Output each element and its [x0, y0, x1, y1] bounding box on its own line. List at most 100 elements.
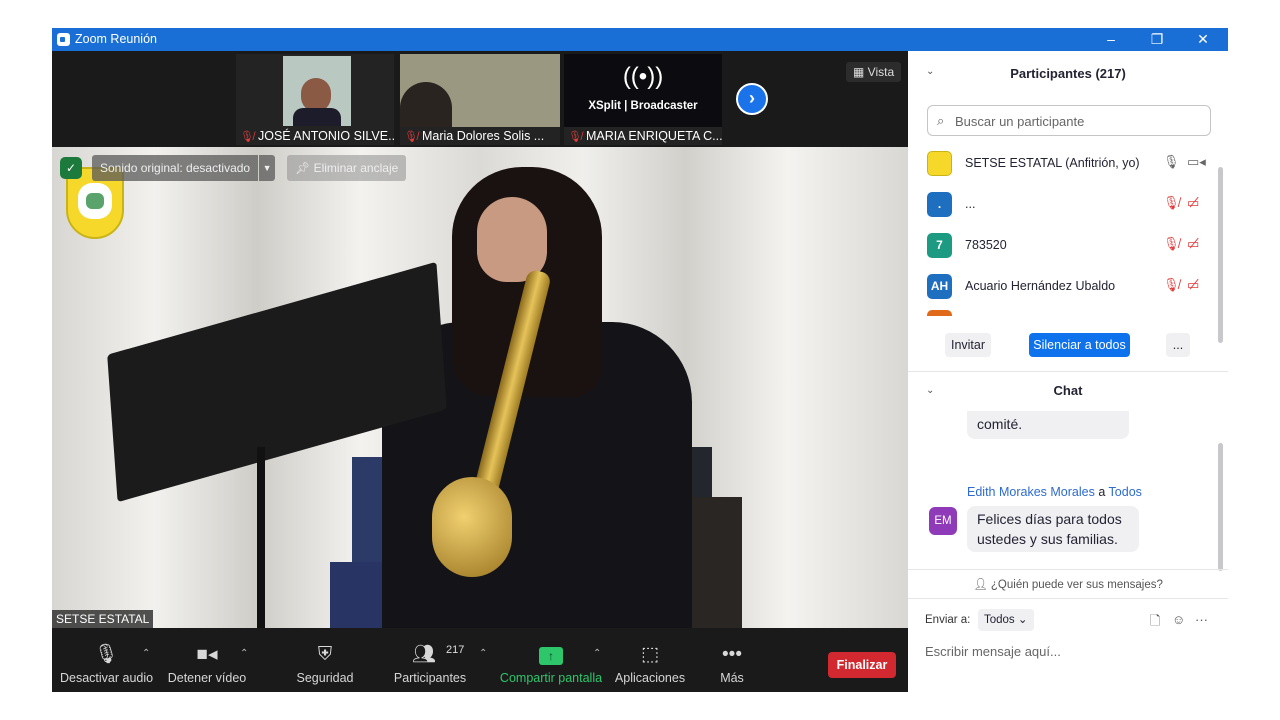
who-can-see-label: ¿Quién puede ver sus mensajes? — [990, 579, 1163, 591]
file-icon[interactable]: 🗋︎ — [1150, 612, 1160, 634]
chat-message-bubble: Felices días para todos ustedes y sus fa… — [967, 506, 1139, 552]
participant-thumbnail[interactable]: 🎙︎̸ Maria Dolores Solis ... — [400, 54, 560, 145]
sender-lastname[interactable]: Morales — [1050, 485, 1094, 499]
avatar — [927, 151, 952, 176]
send-to-dropdown[interactable]: Todos ⌄ — [978, 609, 1034, 631]
music-stand-pole — [257, 447, 265, 628]
chevron-up-icon[interactable]: ⌃ — [142, 648, 150, 659]
chevron-down-icon[interactable]: ▼ — [259, 155, 276, 181]
speaker-name-tag: SETSE ESTATAL — [52, 610, 154, 628]
stop-video-button[interactable]: ■◂ Detener vídeo — [164, 628, 250, 692]
person-shirt — [293, 108, 341, 126]
view-button[interactable]: ▦ Vista — [846, 62, 902, 82]
apps-button[interactable]: ⬚ Aplicaciones — [614, 628, 686, 692]
divider — [908, 569, 1228, 570]
muted-mic-icon[interactable]: 🎙︎̸ — [1163, 277, 1180, 293]
video-camera-icon: ■◂ — [196, 644, 218, 665]
avatar: . — [927, 192, 952, 217]
more-icon: ••• — [722, 644, 742, 665]
divider — [908, 598, 1228, 599]
original-sound-control: ✓ Sonido original: desactivado ▼ — [60, 155, 276, 181]
send-to-label: Enviar a: — [925, 614, 971, 626]
more-options-button[interactable]: ... — [1166, 333, 1190, 357]
video-off-icon[interactable]: ▭̸ — [1187, 236, 1199, 252]
restore-button[interactable]: ❐ — [1134, 28, 1180, 51]
video-camera-icon[interactable]: ▭◂ — [1187, 154, 1206, 170]
invite-button[interactable]: Invitar — [945, 333, 991, 357]
shield-icon: ⛨ — [317, 644, 333, 665]
microphone-icon[interactable]: 🎙︎ — [1163, 154, 1180, 170]
participant-row[interactable]: 7 783520 🎙︎̸ ▭̸ — [908, 225, 1218, 266]
unpin-button[interactable]: 📌︎ Eliminar anclaje — [287, 155, 407, 181]
muted-mic-icon: 🎙︎̸ — [404, 131, 418, 143]
person-hair — [400, 82, 452, 127]
next-page-button[interactable]: › — [736, 83, 768, 115]
participants-title: Participantes (217) — [1010, 66, 1126, 81]
original-sound-button[interactable]: Sonido original: desactivado — [92, 155, 259, 181]
participants-scrollbar[interactable] — [1218, 167, 1223, 343]
chevron-up-icon[interactable]: ⌃ — [240, 648, 248, 659]
title-bar: Zoom Reunión – ❐ ✕ — [52, 28, 1228, 51]
performer-face — [477, 197, 547, 282]
participant-row[interactable]: AH Acuario Hernández Ubaldo 🎙︎̸ ▭̸ — [908, 266, 1218, 307]
side-panel: ⌄ Participantes (217) ⌕ SETSE ESTATAL (A… — [908, 51, 1228, 692]
participants-label: Participantes — [393, 671, 467, 685]
end-meeting-button[interactable]: Finalizar — [828, 652, 896, 678]
security-button[interactable]: ⛨ Seguridad — [290, 628, 360, 692]
video-off-icon[interactable]: ▭̸ — [1187, 195, 1199, 211]
participant-row[interactable]: SETSE ESTATAL (Anfitrión, yo) 🎙︎ ▭◂ — [908, 143, 1218, 184]
participants-icon: 👥︎ — [411, 644, 437, 665]
shield-check-icon: ✓ — [60, 157, 82, 179]
person-lock-icon: 👤︎ — [973, 579, 991, 591]
thumbnail-name: MARIA ENRIQUETA C... — [585, 129, 722, 143]
webcam-frame: ((•)) XSplit | Broadcaster — [564, 54, 722, 127]
share-screen-button[interactable]: ↑ Compartir pantalla — [498, 628, 604, 692]
share-label: Compartir pantalla — [499, 671, 603, 685]
chat-header: ⌄ Chat — [908, 381, 1228, 411]
emoji-icon[interactable]: ☺ — [1172, 612, 1185, 627]
video-off-icon[interactable]: ▭̸ — [1187, 277, 1199, 293]
thumbnail-name-bar: 🎙︎̸ JOSÉ ANTONIO SILVE... — [236, 127, 394, 145]
participant-thumbnail[interactable]: ((•)) XSplit | Broadcaster 🎙︎̸ MARIA ENRI… — [564, 54, 722, 145]
avatar: 7 — [927, 233, 952, 258]
chat-scrollbar[interactable] — [1218, 443, 1223, 571]
recipient-name[interactable]: Todos — [1109, 485, 1142, 499]
minimize-button[interactable]: – — [1088, 28, 1134, 51]
video-label: Detener vídeo — [167, 671, 247, 685]
mute-all-button[interactable]: Silenciar a todos — [1029, 333, 1130, 357]
chevron-up-icon[interactable]: ⌃ — [593, 648, 601, 659]
more-icon[interactable]: ··· — [1195, 612, 1208, 627]
participant-name: ... — [965, 197, 976, 211]
chat-message-input[interactable] — [925, 641, 1215, 661]
close-button[interactable]: ✕ — [1180, 28, 1226, 51]
participant-search: ⌕ — [927, 105, 1211, 136]
chair — [692, 497, 742, 628]
pin-icon: 📌︎ — [295, 161, 314, 175]
chat-title: Chat — [1053, 383, 1083, 398]
security-label: Seguridad — [296, 671, 354, 685]
search-icon: ⌕ — [937, 113, 945, 128]
more-button[interactable]: ••• Más — [710, 628, 754, 692]
meeting-toolbar: 🎙︎ Desactivar audio ⌃ ■◂ Detener vídeo ⌃… — [52, 628, 908, 692]
sender-name[interactable]: Edith Morakes — [967, 485, 1047, 499]
participants-header: ⌄ Participantes (217) — [908, 51, 1228, 95]
muted-mic-icon[interactable]: 🎙︎̸ — [1163, 195, 1180, 211]
participant-name: Acuario Hernández Ubaldo — [965, 279, 1116, 293]
mute-button[interactable]: 🎙︎ Desactivar audio — [60, 628, 154, 692]
participants-button[interactable]: 👥︎ Participantes — [392, 628, 468, 692]
muted-mic-icon[interactable]: 🎙︎̸ — [1163, 236, 1180, 252]
person-face — [301, 78, 331, 112]
participant-name: 783520 — [965, 238, 1007, 252]
who-can-see-link[interactable]: 👤︎ ¿Quién puede ver sus mensajes? — [908, 577, 1228, 591]
chat-message-text: comité. — [977, 416, 1023, 432]
divider — [908, 371, 1228, 372]
mute-label: Desactivar audio — [60, 671, 154, 685]
thumbnail-name: Maria Dolores Solis ... — [421, 129, 545, 143]
participant-row[interactable]: . ... 🎙︎̸ ▭̸ — [908, 184, 1218, 225]
participant-search-input[interactable] — [955, 111, 1205, 131]
chat-sender-line: Edith Morakes Morales a Todos — [967, 485, 1142, 499]
participant-thumbnail[interactable]: 🎙︎̸ JOSÉ ANTONIO SILVE... — [236, 54, 394, 145]
chevron-up-icon[interactable]: ⌃ — [479, 648, 487, 659]
avatar: AH — [927, 274, 952, 299]
thumbnail-strip: 🎙︎̸ JOSÉ ANTONIO SILVE... 🎙︎̸ Maria Dolore… — [52, 51, 908, 147]
